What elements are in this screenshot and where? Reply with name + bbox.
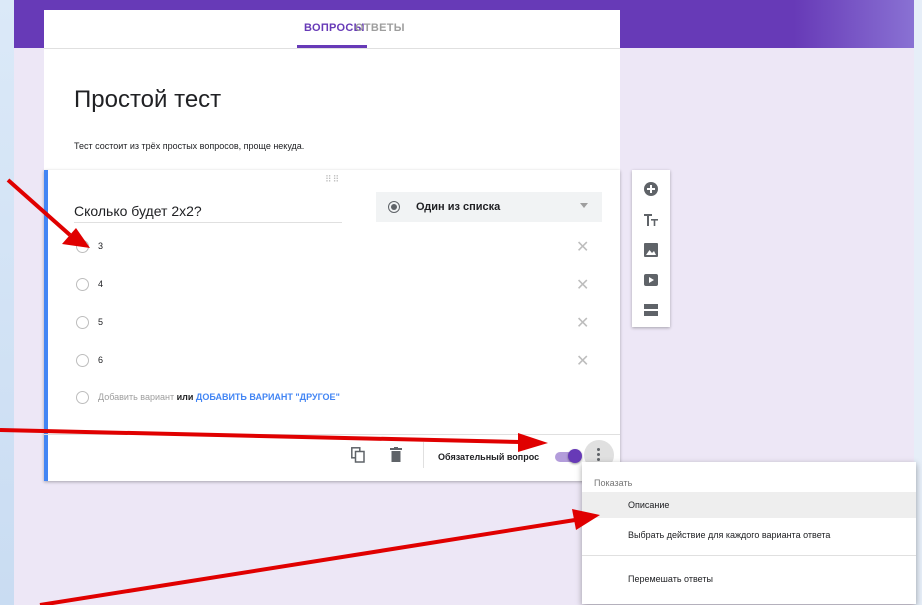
add-video-icon[interactable] <box>644 273 658 287</box>
delete-icon[interactable] <box>390 447 402 467</box>
radio-icon <box>76 278 89 291</box>
menu-item-label: Описание <box>628 500 670 510</box>
option-label[interactable]: 6 <box>98 355 103 365</box>
left-frame <box>0 0 14 605</box>
more-options-menu: Показать Описание Выбрать действие для к… <box>582 462 916 604</box>
tab-active-indicator <box>297 45 367 48</box>
menu-item-label: Перемешать ответы <box>628 574 713 584</box>
question-card: ⠿⠿ Сколько будет 2х2? Один из списка 3 ✕… <box>44 170 620 481</box>
remove-option-icon[interactable]: ✕ <box>576 313 589 333</box>
menu-divider <box>582 555 916 556</box>
drag-handle-icon[interactable]: ⠿⠿ <box>325 174 340 185</box>
remove-option-icon[interactable]: ✕ <box>576 237 589 257</box>
radio-icon <box>76 240 89 253</box>
radio-type-icon <box>388 201 400 213</box>
add-option-link[interactable]: Добавить вариант <box>98 392 174 402</box>
question-title[interactable]: Сколько будет 2х2? <box>74 203 202 219</box>
tab-answers[interactable]: ОТВЕТЫ <box>355 22 405 34</box>
or-text: или <box>176 392 194 402</box>
add-option-text: Добавить вариант или ДОБАВИТЬ ВАРИАНТ "Д… <box>98 392 340 402</box>
question-type-select[interactable]: Один из списка <box>376 192 602 222</box>
add-section-icon[interactable] <box>644 303 658 317</box>
remove-option-icon[interactable]: ✕ <box>576 351 589 371</box>
dropdown-caret-icon <box>580 203 588 208</box>
option-row: 5 ✕ <box>76 313 596 333</box>
remove-option-icon[interactable]: ✕ <box>576 275 589 295</box>
form-title[interactable]: Простой тест <box>74 86 221 114</box>
option-row: 4 ✕ <box>76 275 596 295</box>
option-row: 6 ✕ <box>76 351 596 371</box>
required-label: Обязательный вопрос <box>438 452 540 462</box>
question-type-label: Один из списка <box>416 201 501 213</box>
footer-divider <box>44 434 620 435</box>
add-other-option-link[interactable]: ДОБАВИТЬ ВАРИАНТ "ДРУГОЕ" <box>196 392 340 402</box>
footer-vertical-divider <box>423 442 424 468</box>
form-header-card: ВОПРОСЫ ОТВЕТЫ Простой тест Тест состоит… <box>44 10 620 170</box>
required-toggle-thumb[interactable] <box>568 449 582 463</box>
add-question-icon[interactable] <box>644 182 658 196</box>
form-description[interactable]: Тест состоит из трёх простых вопросов, п… <box>74 141 304 151</box>
add-title-icon[interactable] <box>644 213 658 227</box>
menu-item-go-to-section[interactable]: Выбрать действие для каждого варианта от… <box>582 522 916 548</box>
add-option-row: Добавить вариант или ДОБАВИТЬ ВАРИАНТ "Д… <box>76 388 476 408</box>
menu-item-shuffle[interactable]: Перемешать ответы <box>582 566 916 592</box>
side-toolbar <box>632 170 670 327</box>
duplicate-icon[interactable] <box>351 447 365 468</box>
menu-item-label: Выбрать действие для каждого варианта от… <box>628 530 831 540</box>
question-title-underline <box>74 222 342 223</box>
option-row: 3 ✕ <box>76 237 596 257</box>
option-label[interactable]: 3 <box>98 241 103 251</box>
top-bar-glow <box>794 0 914 48</box>
add-image-icon[interactable] <box>644 243 658 257</box>
radio-icon <box>76 391 89 404</box>
tabs-bar: ВОПРОСЫ ОТВЕТЫ <box>44 10 620 49</box>
menu-item-description[interactable]: Описание <box>582 492 916 518</box>
radio-icon <box>76 354 89 367</box>
option-label[interactable]: 4 <box>98 279 103 289</box>
menu-header: Показать <box>594 478 633 488</box>
option-label[interactable]: 5 <box>98 317 103 327</box>
radio-icon <box>76 316 89 329</box>
more-vert-icon <box>597 448 601 463</box>
